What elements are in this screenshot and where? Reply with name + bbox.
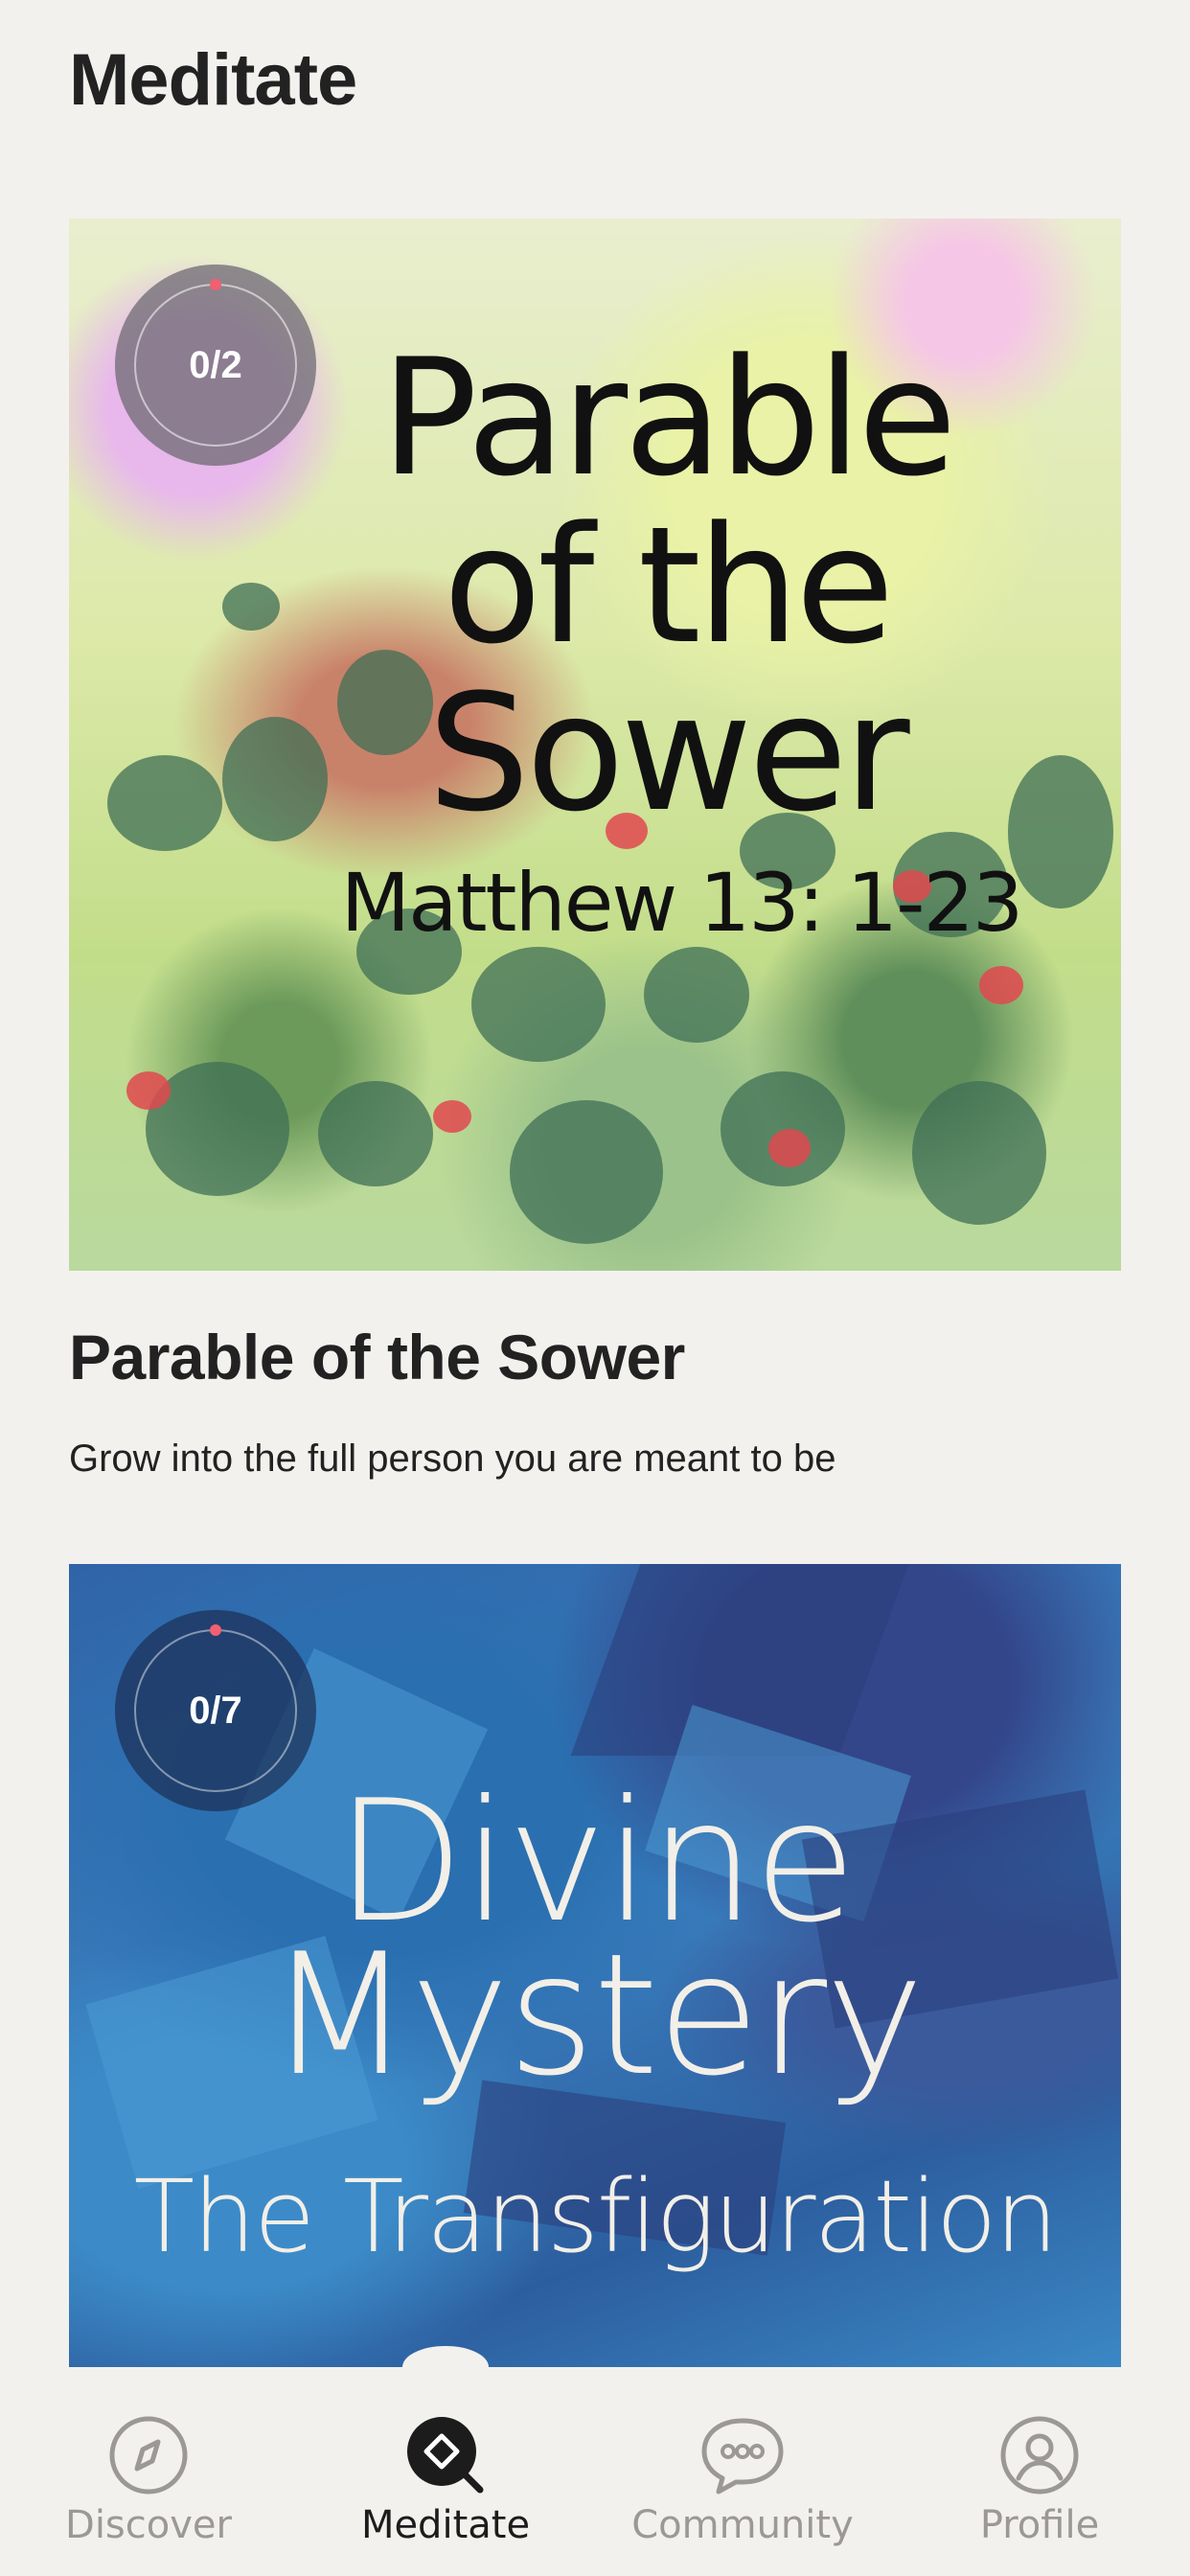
page-title: Meditate [69, 39, 357, 121]
art-title-line: Sower [427, 659, 909, 847]
art-subtitle-line: The Transfiguration [133, 2158, 1059, 2275]
tab-label: Meditate [360, 2503, 531, 2547]
art-title-line: Mystery [267, 1919, 925, 2113]
card-title[interactable]: Parable of the Sower [69, 1321, 685, 1393]
chat-bubble-icon [699, 2415, 786, 2500]
bottom-tab-bar: Discover Meditate Community Profile [0, 2346, 1190, 2576]
tab-label: Community [631, 2503, 854, 2547]
profile-icon [999, 2415, 1080, 2500]
progress-ring: 0/2 [115, 264, 316, 466]
tab-community[interactable]: Community [594, 2367, 891, 2576]
progress-count: 0/2 [189, 343, 242, 386]
progress-count: 0/7 [189, 1689, 242, 1732]
compass-icon [108, 2415, 189, 2500]
meditation-card-image[interactable]: Parable of the Sower Matthew 13: 1-23 0/… [69, 218, 1121, 1271]
tab-profile[interactable]: Profile [891, 2367, 1188, 2576]
tab-discover[interactable]: Discover [0, 2367, 297, 2576]
progress-ring: 0/7 [115, 1610, 316, 1811]
tab-label: Profile [979, 2503, 1100, 2547]
art-title-line: of the [443, 492, 894, 679]
art-scripture-reference: Matthew 13: 1-23 [340, 856, 1024, 950]
tab-label: Discover [65, 2503, 232, 2547]
art-title-line: Parable [380, 324, 956, 512]
meditation-list[interactable]: Meditate Parable of the Sower Matthew 13… [0, 0, 1190, 2367]
meditate-icon [405, 2415, 486, 2500]
card-subtitle: Grow into the full person you are meant … [69, 1438, 836, 1480]
meditation-card-image[interactable]: Divine Mystery The Transfiguration 0/7 [69, 1564, 1121, 2367]
tab-meditate[interactable]: Meditate [297, 2367, 594, 2576]
